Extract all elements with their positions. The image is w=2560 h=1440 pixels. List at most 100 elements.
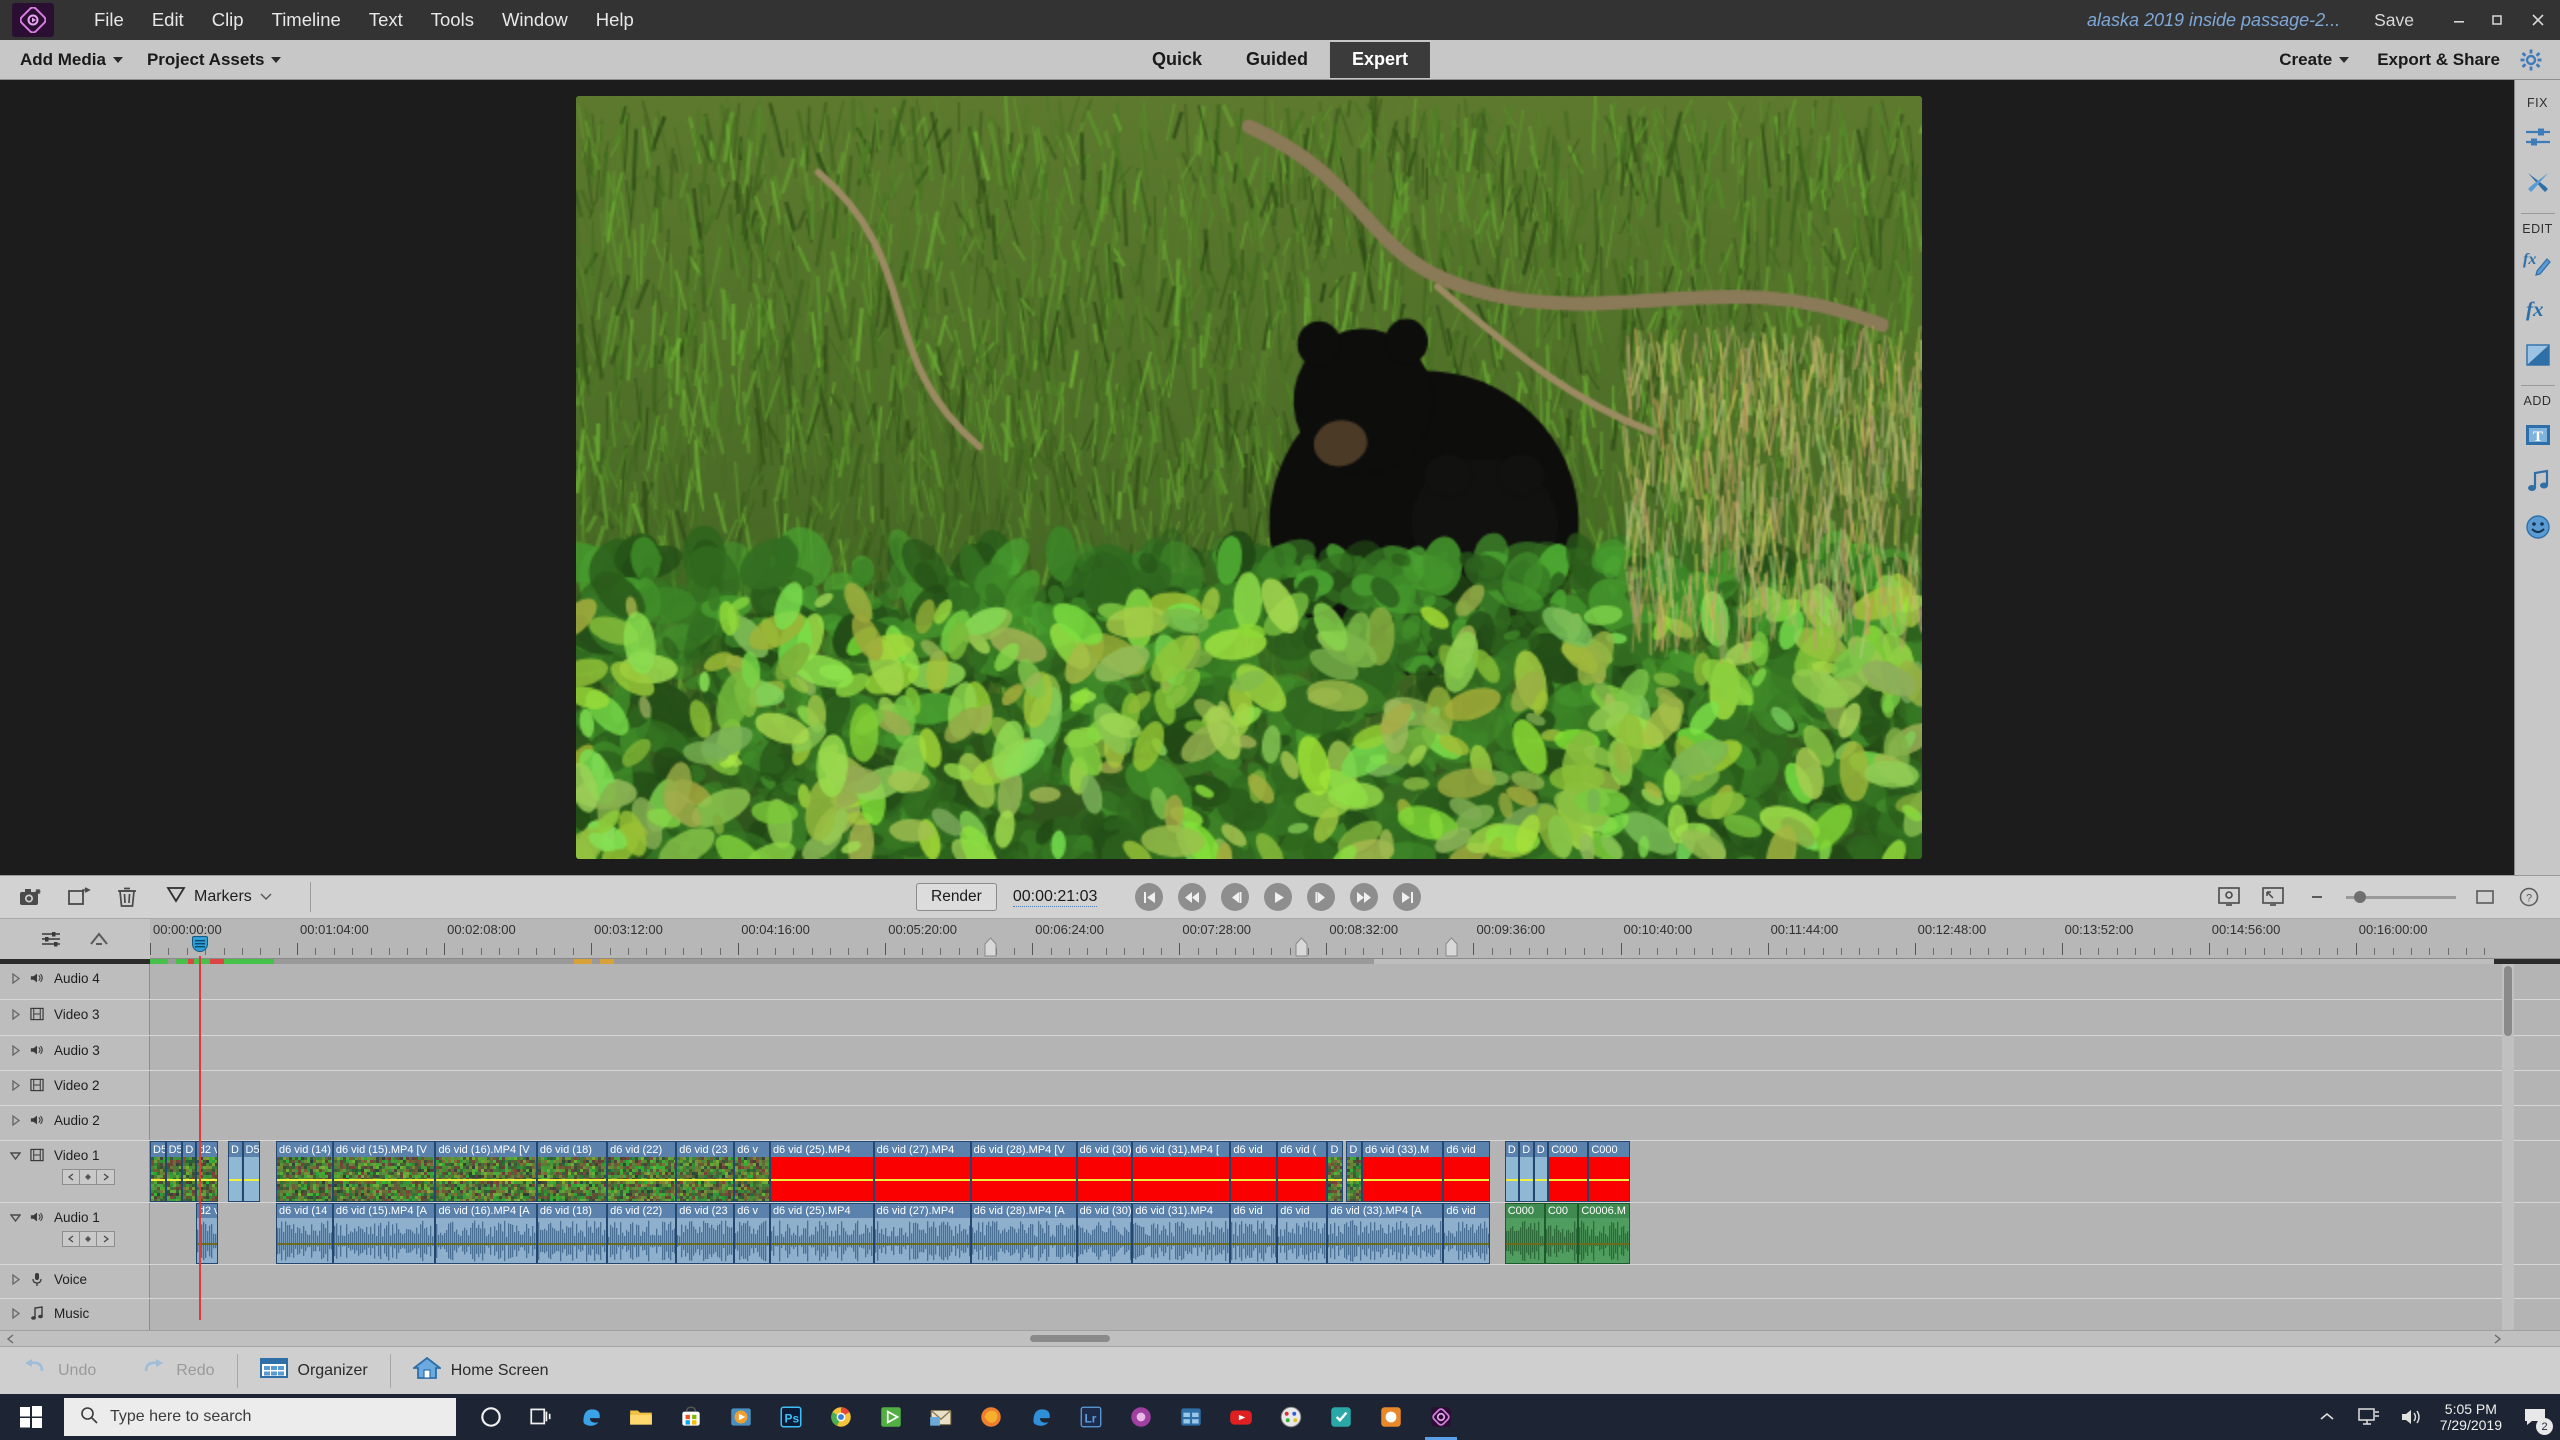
video-film-icon[interactable] [30,1148,44,1162]
menu-file[interactable]: File [80,5,138,35]
playhead-current-time-indicator[interactable] [192,936,208,956]
clip-opacity-rubberband[interactable] [735,1179,769,1181]
tools-wrench-screwdriver-icon[interactable] [2518,160,2558,206]
clip-opacity-rubberband[interactable] [677,1179,733,1181]
track-expand-toggle-icon[interactable] [8,1007,22,1021]
clip-opacity-rubberband[interactable] [436,1179,535,1181]
clip-volume-rubberband[interactable] [1133,1243,1229,1245]
premiere-elements-icon[interactable] [1416,1394,1466,1440]
video-play-green-icon[interactable] [866,1394,916,1440]
current-timecode[interactable]: 00:00:21:03 [1013,888,1098,907]
music-note-icon[interactable] [30,1306,44,1320]
media-player-icon[interactable] [716,1394,766,1440]
audio-clip[interactable]: d6 vid (16).MP4 [A [435,1203,536,1264]
track-header-video-3[interactable]: Video 3 [0,1000,150,1035]
video-clip[interactable]: d6 vid (25).MP4 [770,1141,874,1202]
edge-browser-icon[interactable] [566,1394,616,1440]
track-lane[interactable] [150,1299,2560,1330]
clip-volume-rubberband[interactable] [436,1243,535,1245]
video-clip[interactable]: d6 vid (23 [676,1141,734,1202]
windows-start-icon[interactable] [0,1394,62,1440]
clip-opacity-rubberband[interactable] [1347,1179,1361,1181]
clip-opacity-rubberband[interactable] [608,1179,675,1181]
undo-button[interactable]: Undo [0,1351,118,1391]
fullscreen-monitor-icon[interactable] [2258,882,2288,912]
clip-volume-rubberband[interactable] [1444,1243,1489,1245]
track-header-voice[interactable]: Voice [0,1265,150,1298]
video-clip[interactable]: D [1519,1141,1533,1202]
clip-opacity-rubberband[interactable] [277,1179,332,1181]
video-clip[interactable]: d6 vid [1443,1141,1490,1202]
mail-icon[interactable] [916,1394,966,1440]
audio-clip[interactable]: d6 vid (28).MP4 [A [971,1203,1077,1264]
clip-volume-rubberband[interactable] [677,1243,733,1245]
clip-opacity-rubberband[interactable] [183,1179,194,1181]
graphics-smiley-icon[interactable] [2518,504,2558,550]
video-clip[interactable]: D5 [150,1141,166,1202]
network-monitor-icon[interactable] [2356,1404,2382,1430]
clip-opacity-rubberband[interactable] [1078,1179,1132,1181]
tab-quick[interactable]: Quick [1130,42,1224,78]
next-keyframe-icon[interactable] [97,1170,114,1184]
clip-volume-rubberband[interactable] [1579,1243,1628,1245]
playhead-head[interactable] [192,936,208,952]
video-clip[interactable]: D [1346,1141,1362,1202]
music-note-icon[interactable] [2518,458,2558,504]
monitor-settings-icon[interactable] [2214,882,2244,912]
add-clip-icon[interactable] [64,882,94,912]
transitions-icon[interactable] [2518,332,2558,378]
clip-opacity-rubberband[interactable] [771,1179,873,1181]
scroll-right-arrow-icon[interactable] [2490,1332,2504,1346]
track-lane[interactable] [150,964,2560,999]
audio-clip[interactable]: d6 vid (23 [676,1203,734,1264]
step-forward-frame-icon[interactable] [1307,883,1335,911]
zoom-slider-knob[interactable] [2354,891,2366,903]
menu-edit[interactable]: Edit [138,5,198,35]
audio-clip[interactable]: C000 [1505,1203,1545,1264]
track-header-audio-1[interactable]: Audio 1 [0,1203,150,1264]
home-screen-button[interactable]: Home Screen [391,1351,571,1391]
video-clip[interactable]: d6 vid (22) [607,1141,676,1202]
audio-speaker-icon[interactable] [30,1210,44,1224]
work-area-handle[interactable] [1445,937,1458,957]
firefox-browser-icon[interactable] [966,1394,1016,1440]
work-area-handle[interactable] [1295,937,1308,957]
timeline-zoom-slider[interactable] [2346,890,2456,904]
menu-text[interactable]: Text [355,5,417,35]
audio-clip[interactable]: d6 v [734,1203,770,1264]
edge-legacy-icon[interactable] [1016,1394,1066,1440]
export-share-button[interactable]: Export & Share [2365,46,2512,74]
clip-volume-rubberband[interactable] [1328,1243,1442,1245]
track-expand-toggle-icon[interactable] [8,1306,22,1320]
clip-opacity-rubberband[interactable] [875,1179,970,1181]
clip-opacity-rubberband[interactable] [1506,1179,1518,1181]
microphone-icon[interactable] [30,1272,44,1286]
help-question-icon[interactable]: ? [2514,882,2544,912]
audio-clip[interactable]: d6 vid (15).MP4 [A [333,1203,436,1264]
keyframe-controls[interactable] [62,1169,115,1185]
clip-volume-rubberband[interactable] [277,1243,332,1245]
video-film-icon[interactable] [30,1078,44,1092]
track-header-music[interactable]: Music [0,1299,150,1330]
audio-clip[interactable]: C0006.M [1578,1203,1629,1264]
elements-organizer-icon[interactable] [1166,1394,1216,1440]
lightroom-icon[interactable]: Lr [1066,1394,1116,1440]
step-back-frame-icon[interactable] [1221,883,1249,911]
track-lane[interactable] [150,1036,2560,1070]
audio-clip[interactable]: d6 vid (25).MP4 [770,1203,874,1264]
fx-icon[interactable]: fx [2518,286,2558,332]
prev-keyframe-icon[interactable] [63,1232,80,1246]
clip-volume-rubberband[interactable] [1546,1243,1577,1245]
work-area-handle[interactable] [984,937,997,957]
clip-opacity-rubberband[interactable] [229,1179,241,1181]
clip-opacity-rubberband[interactable] [334,1179,435,1181]
clip-opacity-rubberband[interactable] [1278,1179,1326,1181]
go-to-start-icon[interactable] [1135,883,1163,911]
save-button[interactable]: Save [2374,10,2414,31]
track-expand-toggle-icon[interactable] [8,1272,22,1286]
create-button[interactable]: Create [2267,46,2361,74]
add-keyframe-icon[interactable] [80,1170,97,1184]
clip-opacity-rubberband[interactable] [1535,1179,1547,1181]
clip-opacity-rubberband[interactable] [1549,1179,1587,1181]
purple-app-icon[interactable] [1116,1394,1166,1440]
